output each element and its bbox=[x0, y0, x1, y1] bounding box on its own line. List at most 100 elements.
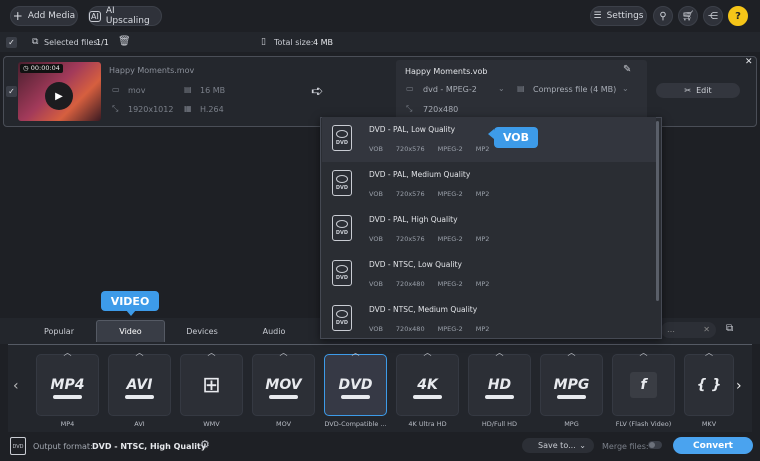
tab-devices[interactable]: Devices bbox=[170, 320, 234, 342]
file-checkbox[interactable]: ✓ bbox=[6, 86, 17, 97]
dvd-file-icon bbox=[332, 170, 352, 196]
format-label-hd: HD/Full HD bbox=[481, 420, 518, 428]
preset-item[interactable]: DVD - NTSC, Medium QualityVOB720x480MPEG… bbox=[322, 297, 656, 342]
gear-icon[interactable]: ⚙ bbox=[200, 438, 210, 451]
format-wmv[interactable]: ︿ ⊞ bbox=[180, 348, 243, 416]
mp4-logo: MP4 bbox=[50, 377, 85, 393]
windows-logo-shape: ⊞ bbox=[202, 372, 221, 398]
clock-icon: ◷ bbox=[23, 64, 31, 72]
selected-files-label: Selected files: bbox=[44, 38, 101, 47]
format-label-wmv: WMV bbox=[203, 420, 220, 428]
compress-icon: ▤ bbox=[517, 84, 525, 93]
filesize-icon: ▤ bbox=[184, 85, 192, 94]
preset-item[interactable]: DVD - PAL, High QualityVOB720x576MPEG-2M… bbox=[322, 207, 656, 252]
format-hd[interactable]: ︿ HD bbox=[468, 348, 531, 416]
format-4k[interactable]: ︿ 4K bbox=[396, 348, 459, 416]
format-mkv[interactable]: ︿{ } bbox=[684, 348, 734, 416]
play-icon[interactable]: ▶ bbox=[45, 82, 73, 110]
format-flv[interactable]: ︿ f bbox=[612, 348, 675, 416]
output-format-icon: DVD bbox=[10, 437, 26, 455]
tab-popular[interactable]: Popular bbox=[28, 320, 90, 342]
compress-chevron-icon[interactable]: ⌄ bbox=[622, 84, 629, 93]
format-icon: ▭ bbox=[406, 84, 414, 93]
mpg-logo: MPG bbox=[553, 377, 590, 393]
format-mpg[interactable]: ︿ MPG bbox=[540, 348, 603, 416]
search-icon[interactable]: ⚲ bbox=[653, 6, 673, 26]
container-icon: ▭ bbox=[112, 85, 120, 94]
output-format-value[interactable]: DVD - NTSC, High Quality bbox=[92, 442, 206, 451]
compress-option[interactable]: Compress file (4 MB) bbox=[533, 85, 616, 94]
merge-files-toggle[interactable] bbox=[648, 441, 662, 449]
dvd-file-icon bbox=[332, 260, 352, 286]
video-callout: VIDEO bbox=[101, 291, 159, 311]
format-label-mkv: MKV bbox=[701, 420, 717, 428]
flash-icon: f bbox=[630, 372, 657, 398]
convert-button[interactable]: Convert bbox=[673, 437, 753, 454]
format-mov[interactable]: ︿ MOV bbox=[252, 348, 315, 416]
settings-button[interactable]: ☰ Settings bbox=[590, 6, 647, 26]
total-size-label: Total size: bbox=[274, 38, 314, 47]
output-format-label: Output format: bbox=[33, 442, 93, 451]
pencil-icon[interactable]: ✎ bbox=[623, 64, 631, 75]
format-label-mp4: MP4 bbox=[60, 420, 75, 428]
tab-audio[interactable]: Audio bbox=[240, 320, 308, 342]
4k-logo: 4K bbox=[417, 377, 438, 393]
resolution-icon: ⤡ bbox=[112, 104, 119, 113]
output-resolution-icon: ⤡ bbox=[406, 104, 413, 113]
select-all-checkbox[interactable]: ✓ bbox=[6, 37, 17, 48]
preset-item[interactable]: DVD - PAL, Low QualityVOB720x576MPEG-2MP… bbox=[322, 117, 656, 162]
output-format[interactable]: dvd - MPEG-2 bbox=[423, 85, 477, 94]
hd-logo: HD bbox=[487, 377, 512, 393]
format-label-mov: MOV bbox=[275, 420, 292, 428]
chevron-right-icon[interactable]: › bbox=[736, 378, 742, 394]
source-filename: Happy Moments.mov bbox=[109, 66, 195, 75]
preset-item[interactable]: DVD - PAL, Medium QualityVOB720x576MPEG-… bbox=[322, 162, 656, 207]
mov-logo: MOV bbox=[265, 377, 302, 393]
share-icon[interactable]: ⋲ bbox=[703, 6, 723, 26]
output-resolution[interactable]: 720x480 bbox=[423, 105, 458, 114]
format-dvd[interactable]: ︿ DVD bbox=[324, 348, 387, 416]
dvd-logo: DVD bbox=[338, 377, 373, 393]
dvd-file-icon bbox=[332, 125, 352, 151]
ai-upscaling-button[interactable]: AI AI Upscaling bbox=[88, 6, 162, 26]
duration-badge: ◷ 00:00:04 bbox=[20, 64, 63, 73]
format-mp4[interactable]: ︿ MP4 bbox=[36, 348, 99, 416]
merge-files-label: Merge files: bbox=[602, 442, 649, 451]
format-settings-icon[interactable]: ⧉ bbox=[726, 323, 733, 334]
ai-icon: AI bbox=[89, 10, 101, 22]
dvd-file-icon bbox=[332, 215, 352, 241]
vob-callout: VOB bbox=[494, 127, 538, 148]
total-size-value: 4 MB bbox=[313, 38, 334, 47]
format-label-flv: FLV (Flash Video) bbox=[615, 420, 672, 428]
cart-icon[interactable]: 🛒︎ bbox=[678, 6, 698, 26]
dropdown-scrollbar[interactable] bbox=[656, 121, 659, 301]
format-label-dvd: DVD-Compatible ... bbox=[324, 420, 387, 428]
source-resolution: 1920x1012 bbox=[128, 105, 174, 114]
format-label-avi: AVI bbox=[134, 420, 145, 428]
preset-item[interactable]: DVD - NTSC, Low QualityVOB720x480MPEG-2M… bbox=[322, 252, 656, 297]
chevron-down-icon[interactable]: ⌄ bbox=[498, 84, 505, 93]
output-filename[interactable]: Happy Moments.vob bbox=[405, 67, 488, 76]
tab-video[interactable]: Video bbox=[96, 320, 165, 342]
save-to-dropdown[interactable]: Save to... ⌄ bbox=[522, 438, 594, 453]
chevron-left-icon[interactable]: ‹ bbox=[13, 378, 19, 394]
edit-button[interactable]: ✂ Edit bbox=[656, 83, 740, 98]
format-avi[interactable]: ︿ AVI bbox=[108, 348, 171, 416]
format-search-input[interactable]: … ✕ bbox=[661, 322, 716, 338]
avi-logo: AVI bbox=[126, 377, 153, 393]
source-codec: H.264 bbox=[200, 105, 224, 114]
close-icon[interactable]: ✕ bbox=[745, 57, 753, 67]
format-label-4k: 4K Ultra HD bbox=[408, 420, 447, 428]
dvd-file-icon bbox=[332, 305, 352, 331]
add-media-button[interactable]: + Add Media bbox=[10, 6, 78, 26]
source-size: 16 MB bbox=[200, 86, 226, 95]
plus-icon: + bbox=[12, 9, 23, 23]
trash-icon[interactable]: 🗑︎ bbox=[118, 36, 131, 47]
mkv-logo: { } bbox=[696, 377, 722, 393]
chevron-down-icon: ⌄ bbox=[579, 441, 586, 450]
help-icon[interactable]: ? bbox=[728, 6, 748, 26]
selected-files-value: 1/1 bbox=[96, 38, 109, 47]
file-size-icon: ▯ bbox=[261, 37, 266, 47]
scissors-icon: ✂ bbox=[684, 86, 692, 95]
video-callout-pointer bbox=[126, 310, 136, 316]
